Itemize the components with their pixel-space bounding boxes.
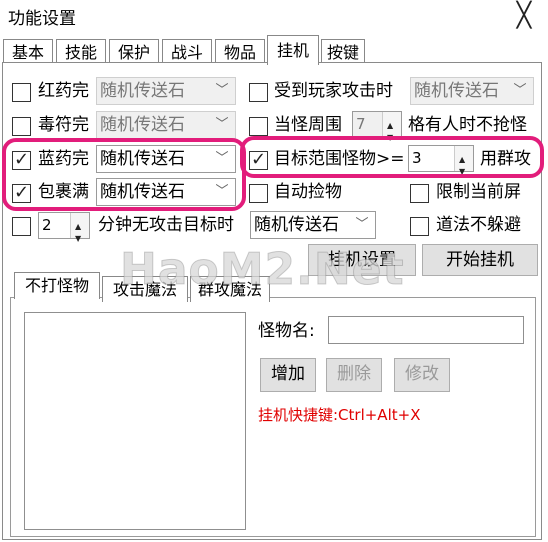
close-icon[interactable]: ╳: [510, 2, 538, 28]
auto-pickup-label: 自动捡物: [274, 182, 342, 202]
subtab-no-attack-monsters[interactable]: 不打怪物: [14, 272, 100, 299]
tab-bar: 基本 技能 保护 战斗 物品 挂机 按键: [0, 35, 548, 65]
no-dodge-label: 道法不躲避: [436, 215, 521, 235]
add-button[interactable]: 增加: [260, 358, 316, 392]
watermark: HaoM2.Net: [120, 244, 405, 296]
monsters-around-stepper[interactable]: 7: [352, 111, 402, 150]
chevron-down-icon: ﹀: [215, 117, 229, 132]
red-potion-select[interactable]: 随机传送石 ﹀: [96, 77, 236, 105]
no-target-label: 分钟无攻击目标时: [98, 215, 234, 235]
monsters-around-checkbox[interactable]: [249, 117, 268, 136]
chevron-down-icon: ﹀: [513, 83, 527, 98]
modify-button[interactable]: 修改: [394, 358, 450, 392]
chevron-down-icon: ﹀: [215, 83, 229, 98]
poison-charm-select[interactable]: 随机传送石 ﹀: [96, 111, 236, 139]
poison-charm-checkbox[interactable]: [12, 117, 31, 136]
hotkey-text: 挂机快捷键:Ctrl+Alt+X: [258, 406, 421, 424]
start-hangup-button[interactable]: 开始挂机: [422, 244, 538, 276]
stepper-arrows-icon[interactable]: [70, 213, 89, 251]
player-attack-label: 受到玩家攻击时: [274, 81, 393, 101]
auto-pickup-checkbox[interactable]: [249, 184, 268, 203]
no-target-checkbox[interactable]: [12, 217, 31, 236]
limit-screen-checkbox[interactable]: [410, 184, 429, 203]
no-target-minutes-stepper[interactable]: 2: [38, 212, 90, 251]
poison-charm-label: 毒符完: [38, 115, 89, 135]
red-potion-label: 红药完: [38, 81, 89, 101]
highlight-annotation: [240, 136, 544, 178]
tab-hangup[interactable]: 挂机: [267, 35, 319, 65]
highlight-annotation: [2, 138, 246, 211]
chevron-down-icon: ﹀: [355, 217, 369, 232]
no-dodge-checkbox[interactable]: [410, 217, 429, 236]
monsters-around-suffix: 格有人时不抢怪: [408, 115, 527, 135]
no-target-select[interactable]: 随机传送石 ﹀: [250, 211, 376, 239]
stepper-arrows-icon[interactable]: [382, 112, 401, 150]
monster-name-label: 怪物名:: [258, 321, 315, 341]
limit-screen-label: 限制当前屏: [436, 182, 521, 202]
window-title: 功能设置: [8, 9, 76, 29]
monster-list[interactable]: [24, 312, 246, 530]
monsters-around-label: 当怪周围: [274, 115, 342, 135]
delete-button[interactable]: 删除: [326, 358, 382, 392]
player-attack-select[interactable]: 随机传送石 ﹀: [410, 77, 534, 105]
player-attack-checkbox[interactable]: [249, 83, 268, 102]
red-potion-checkbox[interactable]: [12, 83, 31, 102]
monster-name-input[interactable]: [328, 316, 524, 344]
